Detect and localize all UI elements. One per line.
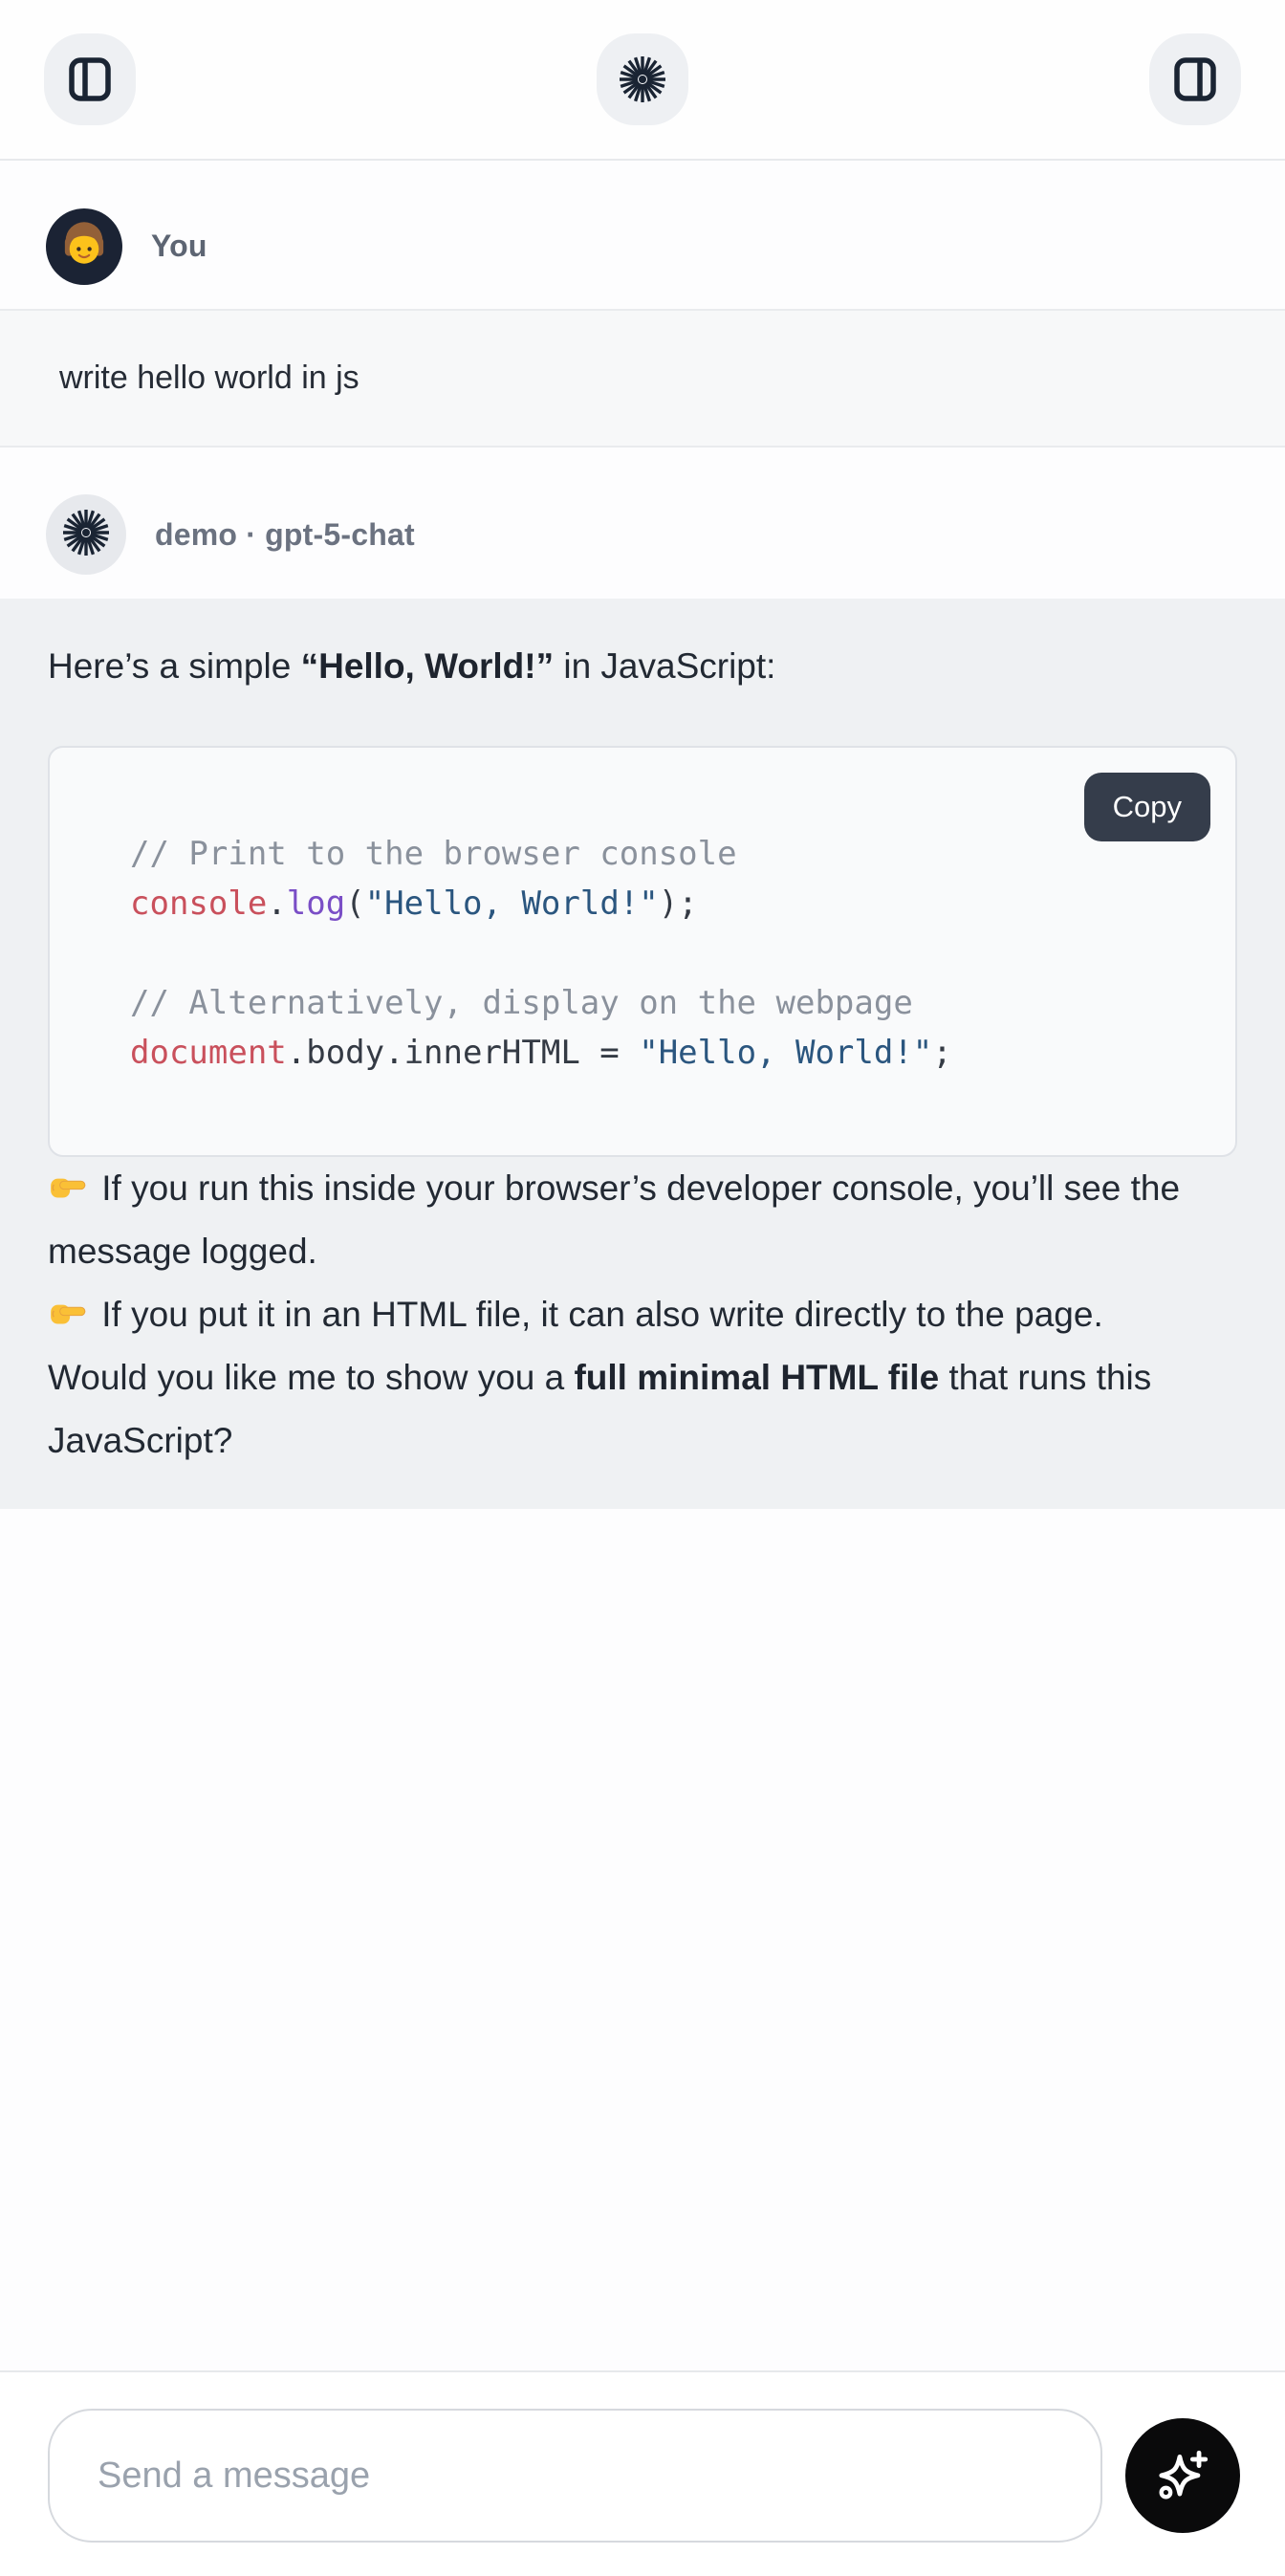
assistant-avatar: [46, 494, 126, 575]
starburst-icon: [61, 508, 111, 557]
starburst-icon-slot: [618, 55, 667, 104]
user-turn-header: You: [0, 161, 1285, 309]
point-right-emoji: [48, 1293, 88, 1333]
assistant-turn-header: demo · gpt-5-chat: [0, 448, 1285, 599]
point-right-emoji: [48, 1167, 88, 1207]
message-input[interactable]: [48, 2409, 1102, 2543]
conversation-scroll-area[interactable]: You write hello world in js: [0, 161, 1285, 2370]
right-panel-toggle-button[interactable]: [1149, 33, 1241, 125]
sidebar-toggle-button[interactable]: [44, 33, 136, 125]
user-name: You: [151, 229, 207, 264]
sparkles-icon: [1153, 2446, 1212, 2505]
user-message: write hello world in js: [0, 309, 1285, 448]
assistant-question-paragraph: Would you like me to show you a full min…: [48, 1346, 1237, 1473]
assistant-turn: demo · gpt-5-chat Here’s a simple “Hello…: [0, 448, 1285, 1509]
code-block: Copy // Print to the browser console con…: [48, 746, 1237, 1157]
starburst-icon-slot: [61, 508, 111, 562]
panel-right-icon: [1170, 55, 1220, 104]
user-avatar: [46, 208, 122, 285]
send-button[interactable]: [1125, 2418, 1240, 2533]
chat-app: You write hello world in js: [0, 0, 1285, 2576]
app-logo-button[interactable]: [597, 33, 688, 125]
assistant-intro-paragraph: Here’s a simple “Hello, World!” in JavaS…: [48, 635, 1237, 698]
top-bar: [0, 0, 1285, 161]
assistant-name: demo · gpt-5-chat: [155, 517, 415, 553]
user-message-text: write hello world in js: [59, 360, 359, 397]
person-emoji-icon: [56, 219, 112, 274]
copy-button[interactable]: Copy: [1084, 773, 1210, 841]
composer: [0, 2370, 1285, 2576]
assistant-pointer-paragraph: If you run this inside your browser’s de…: [48, 1157, 1237, 1346]
assistant-message: Here’s a simple “Hello, World!” in JavaS…: [0, 599, 1285, 1509]
starburst-icon: [618, 55, 667, 104]
user-turn: You write hello world in js: [0, 161, 1285, 448]
code-content: // Print to the browser console console.…: [50, 748, 1235, 1157]
panel-left-icon: [65, 55, 115, 104]
